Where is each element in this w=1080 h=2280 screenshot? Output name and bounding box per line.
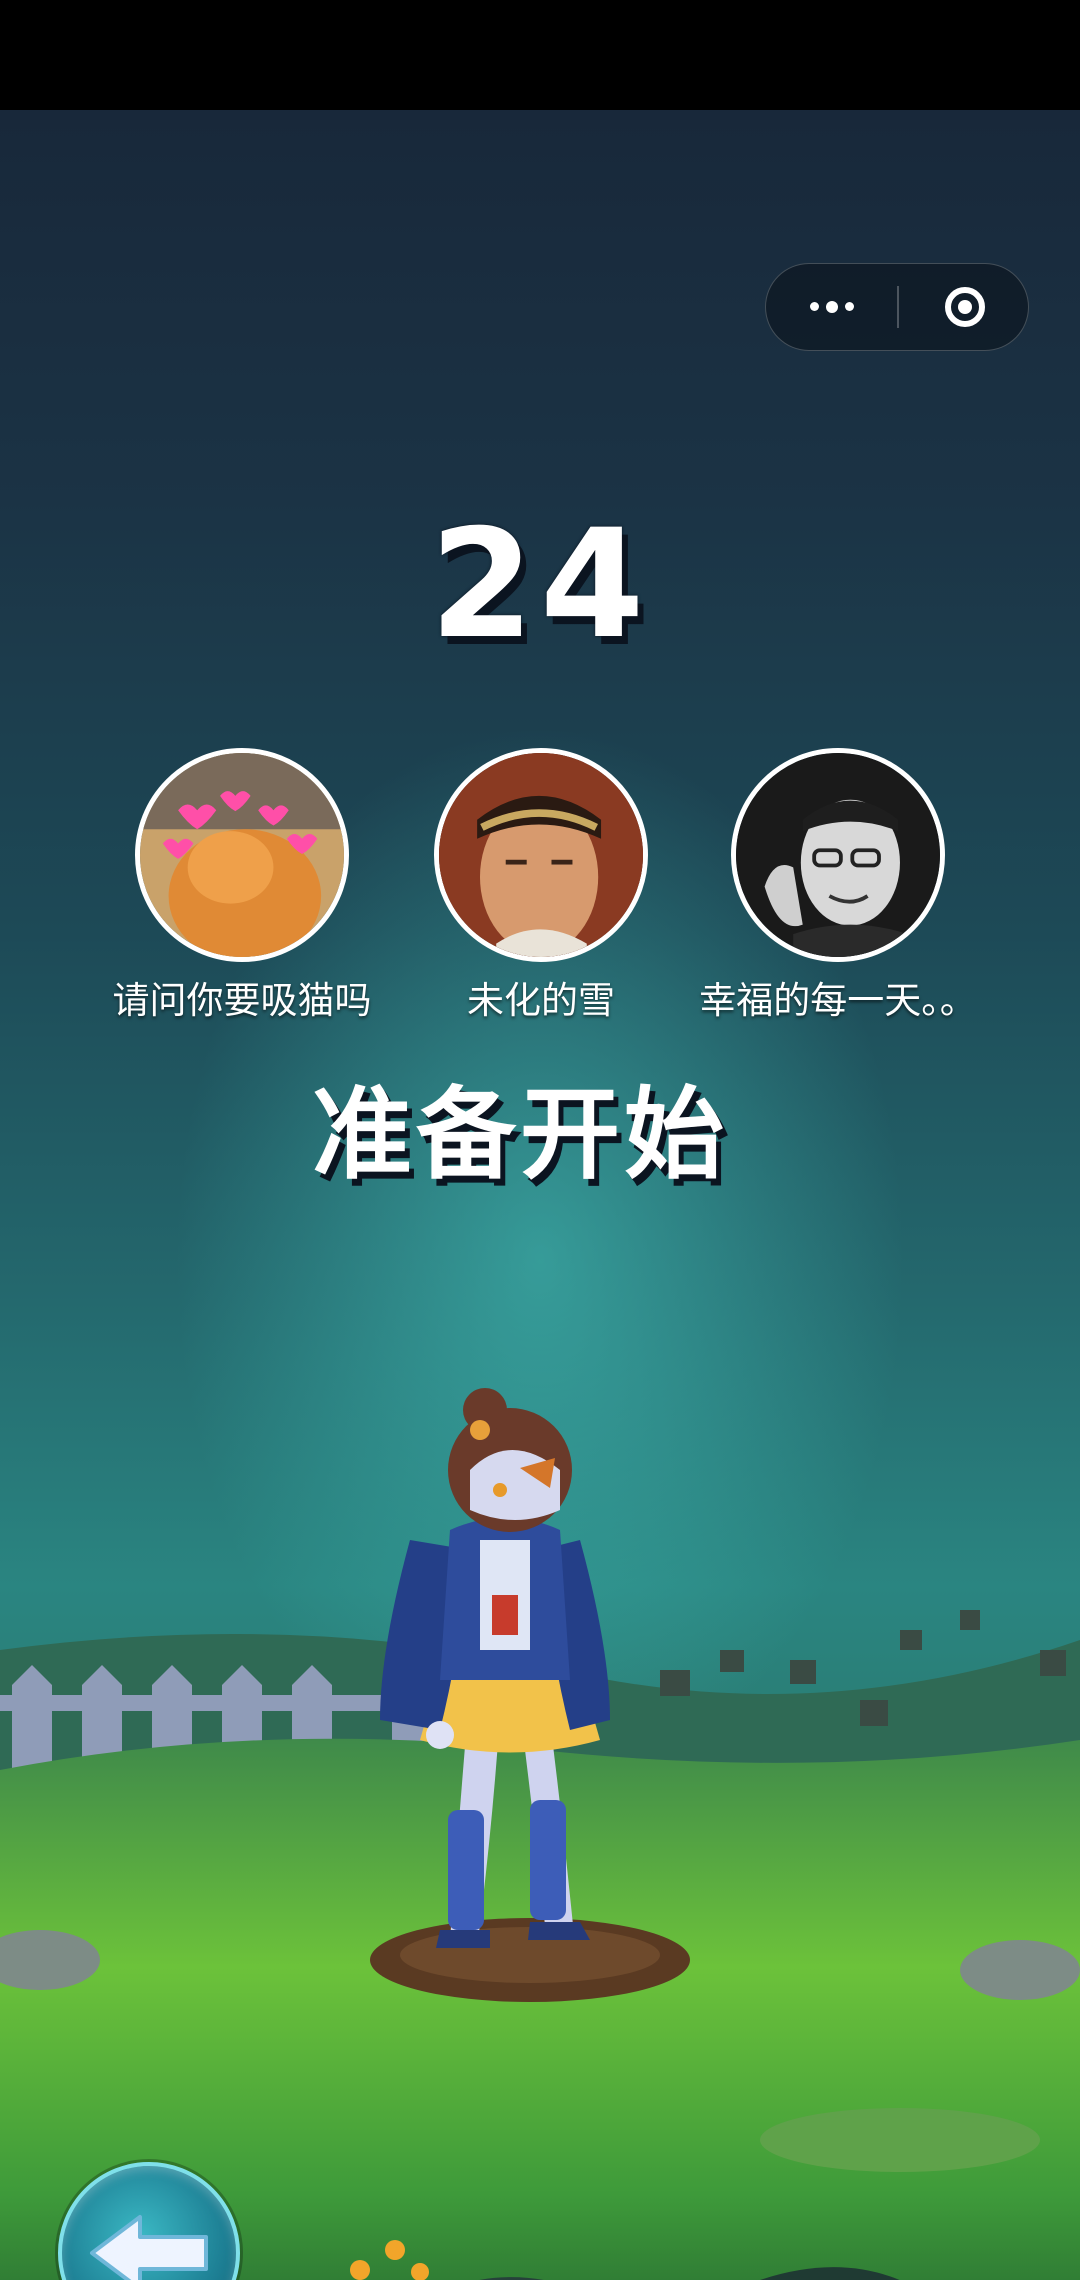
status-bar xyxy=(0,0,1080,110)
mini-program-capsule xyxy=(765,263,1029,351)
ready-status-title: 准备开始 xyxy=(312,1076,728,1193)
player-slot: 幸福的每一天。。 xyxy=(688,748,988,1019)
target-close-icon xyxy=(944,286,985,327)
character-sprite xyxy=(380,1388,610,1948)
more-button[interactable] xyxy=(766,264,897,349)
more-dots-icon xyxy=(809,300,854,313)
player-slot: 请问你要吸猫吗 xyxy=(92,748,392,1019)
countdown-number: 24 xyxy=(429,498,651,672)
player-name: 幸福的每一天。。 xyxy=(699,979,977,1022)
player-name: 未化的雪 xyxy=(467,979,615,1022)
avatar xyxy=(434,748,648,962)
close-button[interactable] xyxy=(899,264,1030,349)
back-arrow-icon xyxy=(90,2215,208,2280)
game-scene: 24 请问你要吸猫吗 未化的雪 幸福的每一天。。 准备开始 xyxy=(0,110,1080,2280)
player-name: 请问你要吸猫吗 xyxy=(112,979,372,1022)
avatar xyxy=(731,748,945,962)
avatar xyxy=(135,748,349,962)
player-slot: 未化的雪 xyxy=(391,748,691,1019)
